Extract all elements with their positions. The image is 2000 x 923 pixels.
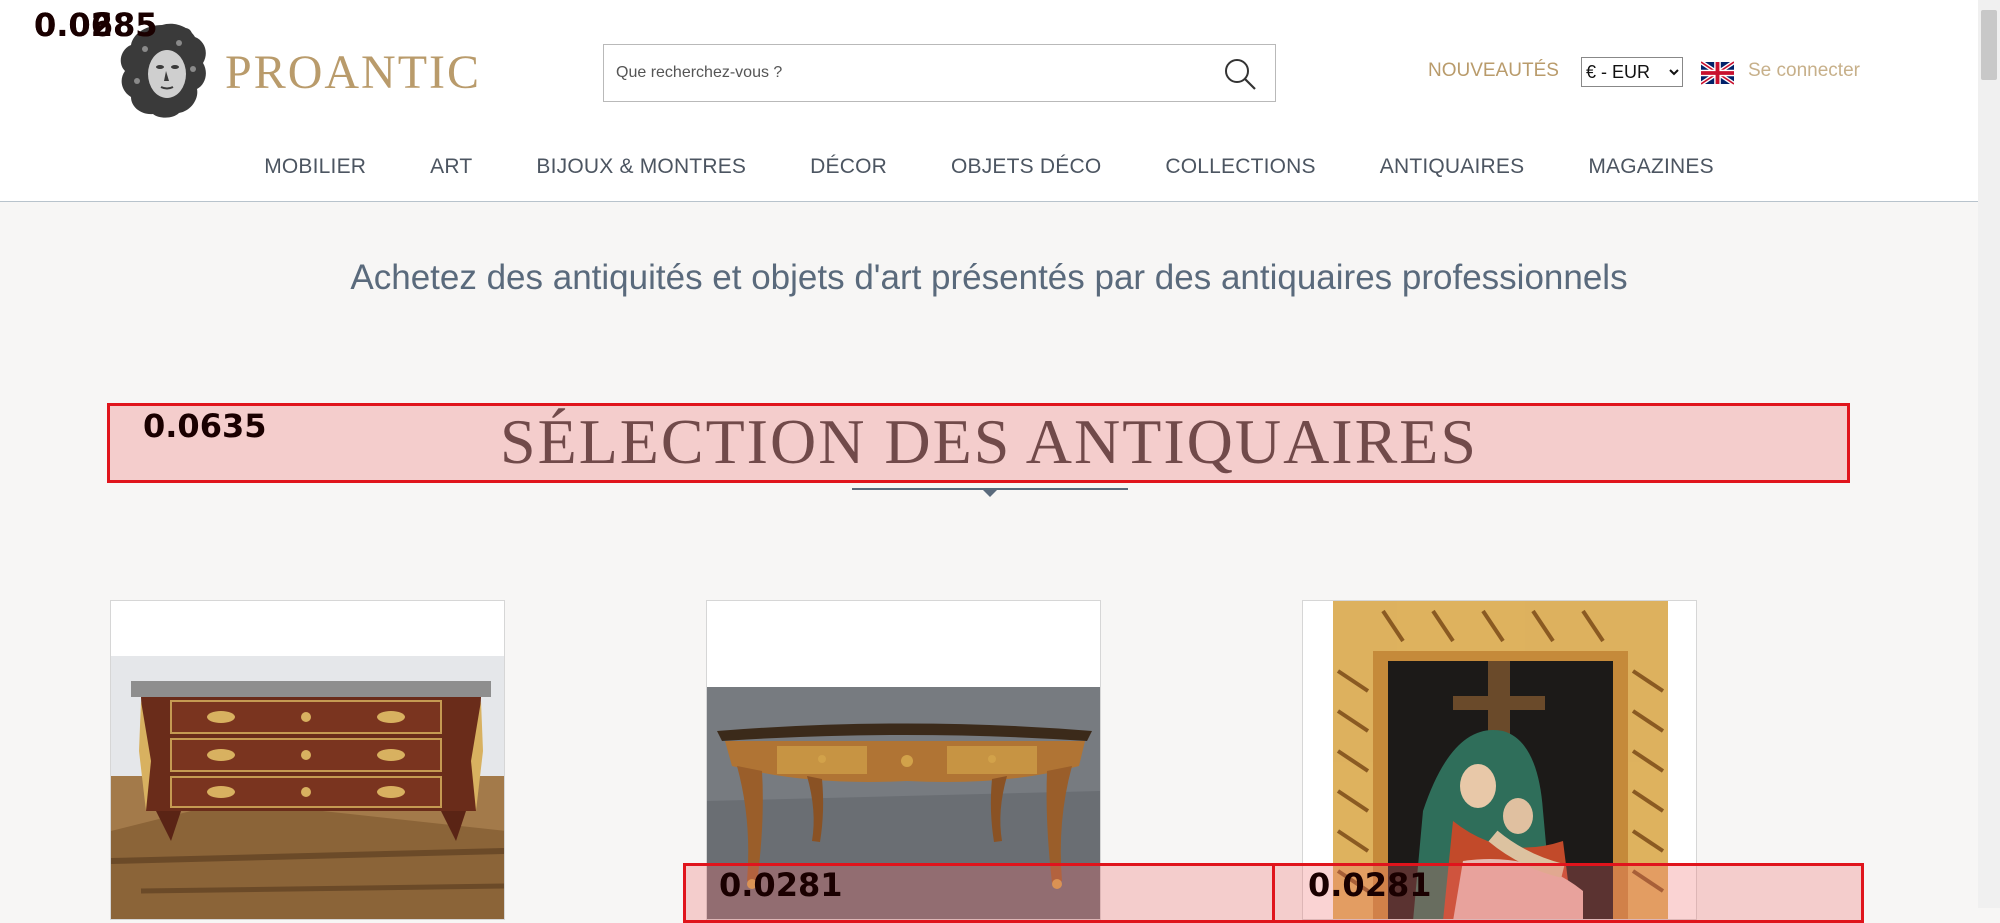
score-label-card-3: 0.0281 <box>1308 866 1432 904</box>
commode-image <box>111 601 504 919</box>
score-label-section: 0.0635 <box>143 407 267 445</box>
score-label-top-left-b: 0.0285 <box>34 6 158 44</box>
search-box <box>603 44 1276 102</box>
page-tagline: Achetez des antiquités et objets d'art p… <box>350 258 1628 297</box>
page-scrollbar[interactable] <box>1978 0 2000 908</box>
main-nav: MOBILIER ART BIJOUX & MONTRES DÉCOR OBJE… <box>0 152 1978 182</box>
nav-item-collections[interactable]: COLLECTIONS <box>1133 152 1347 182</box>
nav-item-mobilier[interactable]: MOBILIER <box>232 152 398 182</box>
title-divider-caret <box>982 489 998 497</box>
currency-select[interactable]: € - EUR <box>1581 57 1683 87</box>
nav-item-magazines[interactable]: MAGAZINES <box>1556 152 1745 182</box>
uk-flag-icon[interactable] <box>1699 60 1736 86</box>
nav-item-art[interactable]: ART <box>398 152 504 182</box>
product-card-commode[interactable] <box>110 600 505 920</box>
search-icon[interactable] <box>1223 57 1257 91</box>
brand-name[interactable]: PROANTIC <box>225 45 481 100</box>
site-header: PROANTIC NOUVEAUTÉS € - EUR Se connecter… <box>0 0 1978 202</box>
scrollbar-thumb[interactable] <box>1981 10 1997 80</box>
login-link[interactable]: Se connecter <box>1748 60 1860 82</box>
highlight-box-section-title <box>107 403 1850 483</box>
nouveautes-link[interactable]: NOUVEAUTÉS <box>1428 60 1559 82</box>
score-label-card-2: 0.0281 <box>719 866 843 904</box>
nav-item-decor[interactable]: DÉCOR <box>778 152 919 182</box>
nav-item-antiquaires[interactable]: ANTIQUAIRES <box>1348 152 1557 182</box>
nav-item-bijoux-montres[interactable]: BIJOUX & MONTRES <box>504 152 778 182</box>
nav-item-objets-deco[interactable]: OBJETS DÉCO <box>919 152 1133 182</box>
search-input[interactable] <box>604 45 1216 101</box>
